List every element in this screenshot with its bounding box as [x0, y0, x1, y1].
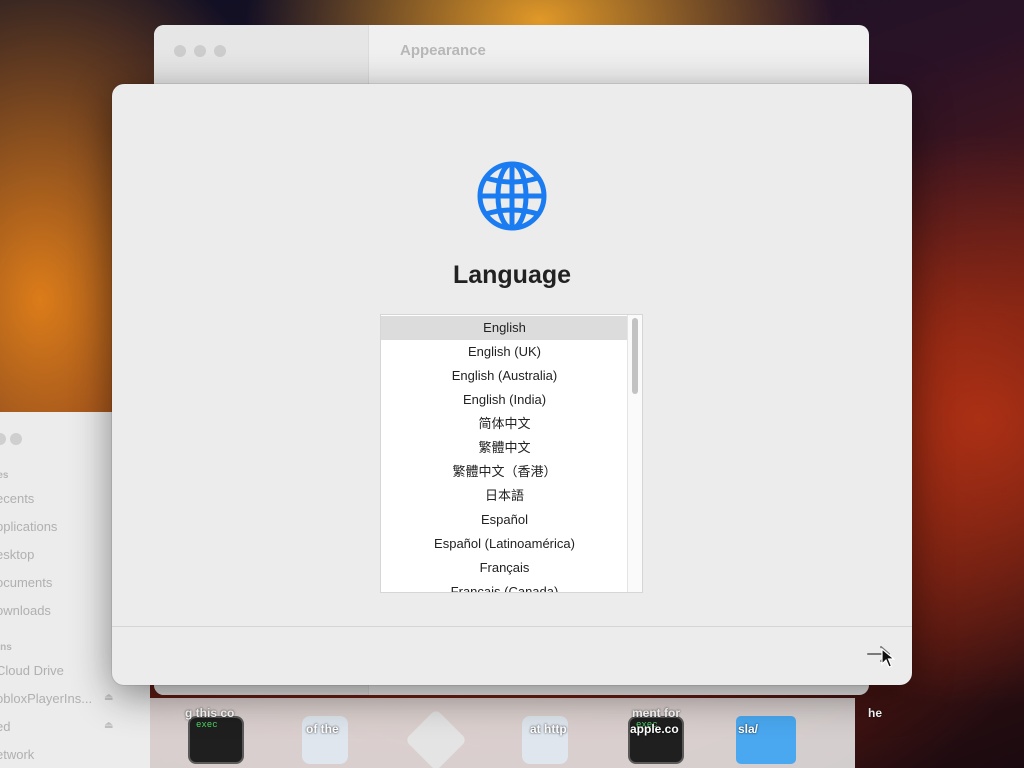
- finder-item-recents[interactable]: ecents: [0, 491, 34, 506]
- scrollbar[interactable]: [627, 315, 642, 592]
- finder-section-locations: ons: [0, 642, 12, 653]
- terminal-icon[interactable]: exec: [188, 716, 244, 764]
- dock-label: g this co: [185, 706, 235, 720]
- finder-item-icloud[interactable]: Cloud Drive: [0, 663, 64, 678]
- globe-icon: [477, 161, 547, 231]
- dock-label: apple.co: [630, 722, 679, 736]
- finder-section-favorites: tes: [0, 470, 9, 481]
- finder-item-applications[interactable]: pplications: [0, 519, 57, 534]
- finder-item-roblox[interactable]: obloxPlayerIns...: [0, 691, 92, 706]
- scrollbar-thumb[interactable]: [632, 318, 638, 394]
- language-item-spanish[interactable]: Español: [381, 508, 628, 532]
- dock-label: sla/: [738, 722, 759, 736]
- eject-icon[interactable]: ⏏: [104, 720, 113, 731]
- language-item-english-uk[interactable]: English (UK): [381, 340, 628, 364]
- language-list[interactable]: English English (UK) English (Australia)…: [380, 314, 643, 593]
- settings-window-title: Appearance: [400, 42, 486, 59]
- finder-item-documents[interactable]: ocuments: [0, 575, 52, 590]
- finder-item-downloads[interactable]: ownloads: [0, 603, 51, 618]
- language-item-french[interactable]: Français: [381, 556, 628, 580]
- language-item-spanish-latam[interactable]: Español (Latinoamérica): [381, 532, 628, 556]
- minimize-dot[interactable]: [194, 45, 206, 57]
- language-item-traditional-chinese[interactable]: 繁體中文: [381, 436, 628, 460]
- language-item-english-india[interactable]: English (India): [381, 388, 628, 412]
- finder-item-shared[interactable]: ed: [0, 719, 10, 734]
- language-item-japanese[interactable]: 日本語: [381, 484, 628, 508]
- eject-icon[interactable]: ⏏: [104, 692, 113, 703]
- language-item-simplified-chinese[interactable]: 简体中文: [381, 412, 628, 436]
- language-dialog: Language English English (UK) English (A…: [112, 84, 912, 685]
- language-item-english[interactable]: English: [381, 316, 628, 340]
- finder-item-network[interactable]: etwork: [0, 747, 34, 762]
- window-control-dot: [10, 433, 22, 445]
- language-item-english-australia[interactable]: English (Australia): [381, 364, 628, 388]
- close-dot[interactable]: [174, 45, 186, 57]
- zoom-dot[interactable]: [214, 45, 226, 57]
- window-control-dot: [0, 433, 6, 445]
- dock-label: of the: [306, 722, 339, 736]
- dialog-title: Language: [452, 261, 572, 289]
- mouse-cursor-icon: [881, 648, 895, 668]
- dock-label: he: [868, 706, 883, 720]
- finder-item-desktop[interactable]: esktop: [0, 547, 34, 562]
- dock-label: ment for: [632, 706, 680, 720]
- terminal-text: exec: [196, 720, 218, 730]
- dock-label: at http: [530, 722, 567, 736]
- language-item-french-canada[interactable]: Français (Canada): [381, 580, 628, 592]
- dialog-divider: [112, 626, 912, 627]
- language-item-traditional-chinese-hk[interactable]: 繁體中文（香港）: [381, 460, 628, 484]
